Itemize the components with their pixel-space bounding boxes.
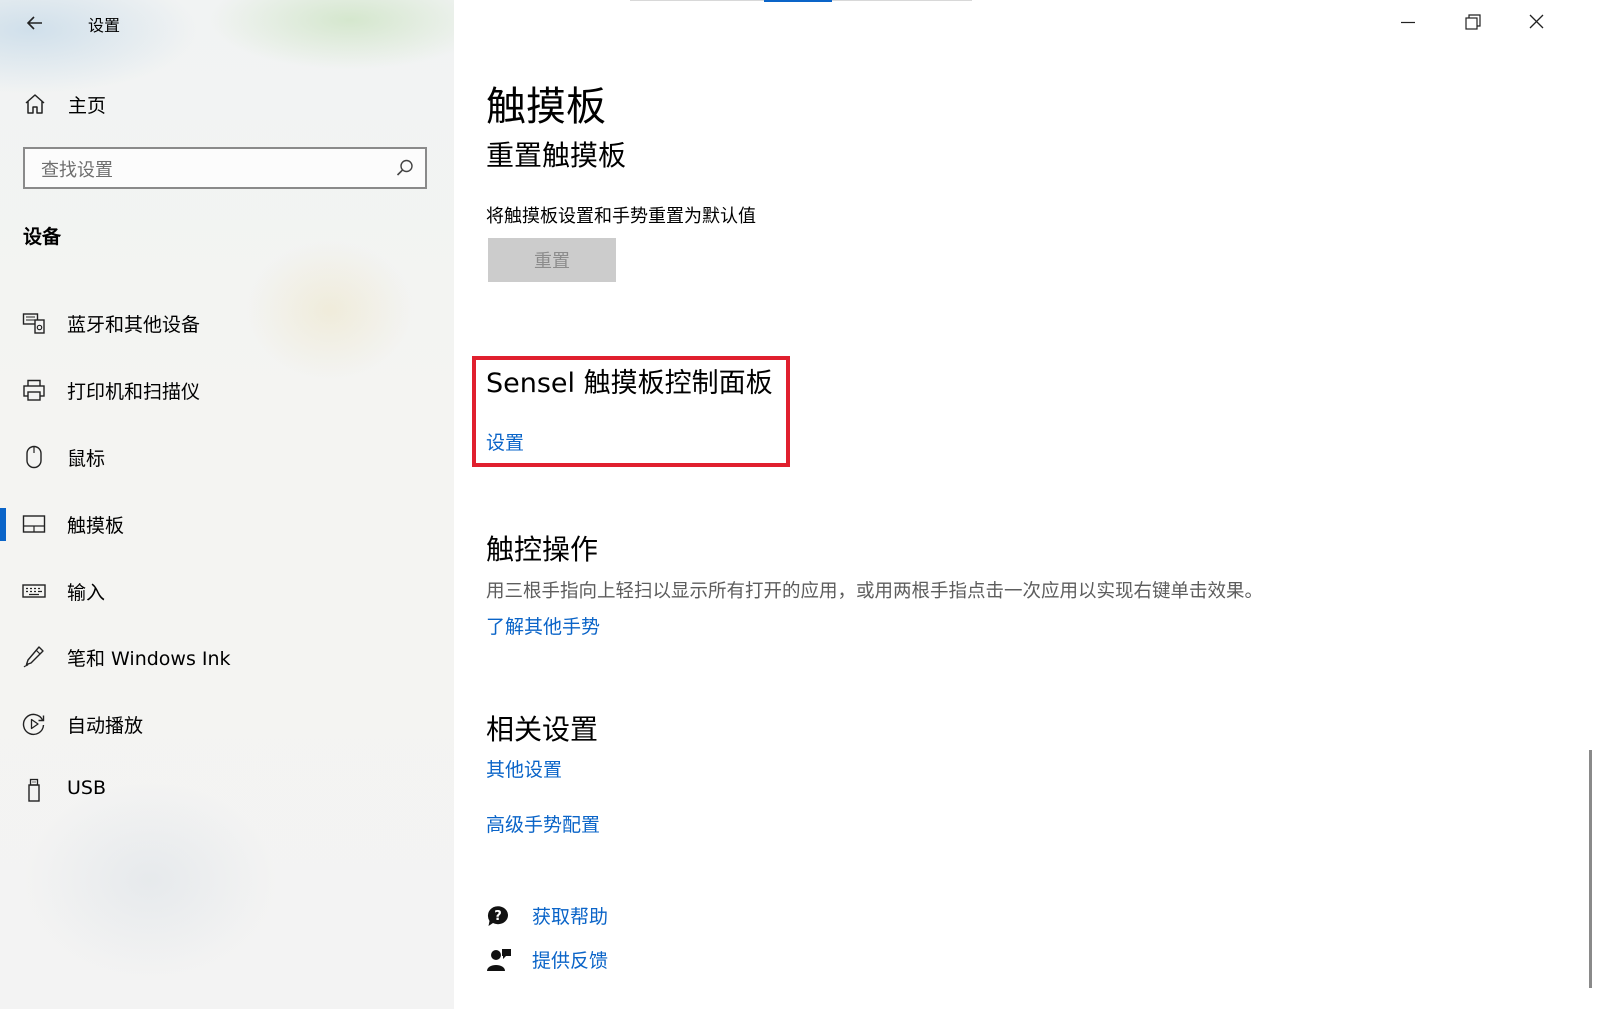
svg-text:?: ? <box>494 909 502 924</box>
window-title: 设置 <box>88 16 121 35</box>
minimize-button[interactable] <box>1376 0 1440 44</box>
touch-heading: 触控操作 <box>486 533 599 566</box>
touch-description: 用三根手指向上轻扫以显示所有打开的应用，或用两根手指点击一次应用以实现右键单击效… <box>486 581 1264 602</box>
related-heading: 相关设置 <box>486 713 599 746</box>
scrollbar[interactable] <box>1589 750 1592 988</box>
sidebar-item-bluetooth[interactable]: 蓝牙和其他设备 <box>0 298 454 348</box>
home-icon <box>25 94 45 114</box>
sidebar-item-usb[interactable]: USB <box>0 765 454 815</box>
help-chat-icon: ? <box>487 906 508 926</box>
printer-icon <box>23 379 45 401</box>
sidebar-item-touchpad[interactable]: 触摸板 <box>0 499 454 549</box>
back-button[interactable] <box>18 6 52 40</box>
sidebar: 设置 主页 设备 蓝牙和其他设备 打印机和扫描仪 <box>0 0 454 1009</box>
sensel-settings-link[interactable]: 设置 <box>486 428 524 455</box>
keyboard-icon <box>22 584 46 598</box>
sidebar-item-label: 蓝牙和其他设备 <box>67 314 201 336</box>
sidebar-item-mouse[interactable]: 鼠标 <box>0 432 454 482</box>
pen-icon <box>23 646 44 668</box>
reset-button[interactable]: 重置 <box>488 238 616 282</box>
other-settings-link[interactable]: 其他设置 <box>486 755 562 782</box>
search-icon[interactable] <box>395 158 415 178</box>
minimize-icon <box>1401 21 1415 24</box>
mouse-icon <box>26 445 42 469</box>
sidebar-item-pen[interactable]: 笔和 Windows Ink <box>0 632 454 682</box>
bluetooth-devices-icon <box>22 313 45 334</box>
sidebar-item-home[interactable]: 主页 <box>0 84 454 124</box>
section-title: 设备 <box>23 226 62 248</box>
sidebar-item-printers[interactable]: 打印机和扫描仪 <box>0 365 454 415</box>
search-input[interactable] <box>39 156 383 184</box>
top-progress-accent <box>764 0 832 2</box>
sidebar-item-label: 鼠标 <box>67 448 106 470</box>
sidebar-item-label: 主页 <box>68 95 107 117</box>
sidebar-item-label: 触摸板 <box>67 515 125 537</box>
reset-description: 将触摸板设置和手势重置为默认值 <box>486 206 756 227</box>
main-content: 触摸板 重置触摸板 将触摸板设置和手势重置为默认值 重置 Sensel 触摸板控… <box>454 0 1600 1009</box>
restore-button[interactable] <box>1440 0 1504 44</box>
feedback-label: 提供反馈 <box>532 950 609 972</box>
autoplay-icon <box>22 713 45 736</box>
advanced-gesture-link[interactable]: 高级手势配置 <box>486 810 600 837</box>
close-button[interactable] <box>1504 0 1568 44</box>
sidebar-item-label: 笔和 Windows Ink <box>67 648 231 670</box>
page-title: 触摸板 <box>486 84 606 130</box>
top-progress-line <box>630 0 972 2</box>
sidebar-item-label: 输入 <box>67 582 106 604</box>
restore-icon <box>1465 14 1481 30</box>
touchpad-icon <box>22 515 46 533</box>
feedback-person-icon <box>487 949 511 971</box>
reset-heading: 重置触摸板 <box>486 139 627 172</box>
sidebar-item-label: 打印机和扫描仪 <box>67 381 201 403</box>
back-arrow-icon <box>26 16 42 30</box>
get-help-label: 获取帮助 <box>532 906 609 928</box>
sidebar-item-label: 自动播放 <box>67 715 144 737</box>
sidebar-item-autoplay[interactable]: 自动播放 <box>0 699 454 749</box>
search-box[interactable] <box>23 147 427 189</box>
close-icon <box>1529 14 1544 29</box>
usb-icon <box>28 778 40 802</box>
sidebar-item-label: USB <box>67 777 107 799</box>
more-gestures-link[interactable]: 了解其他手势 <box>486 612 600 639</box>
sidebar-item-typing[interactable]: 输入 <box>0 566 454 616</box>
sensel-heading: Sensel 触摸板控制面板 <box>486 368 773 399</box>
